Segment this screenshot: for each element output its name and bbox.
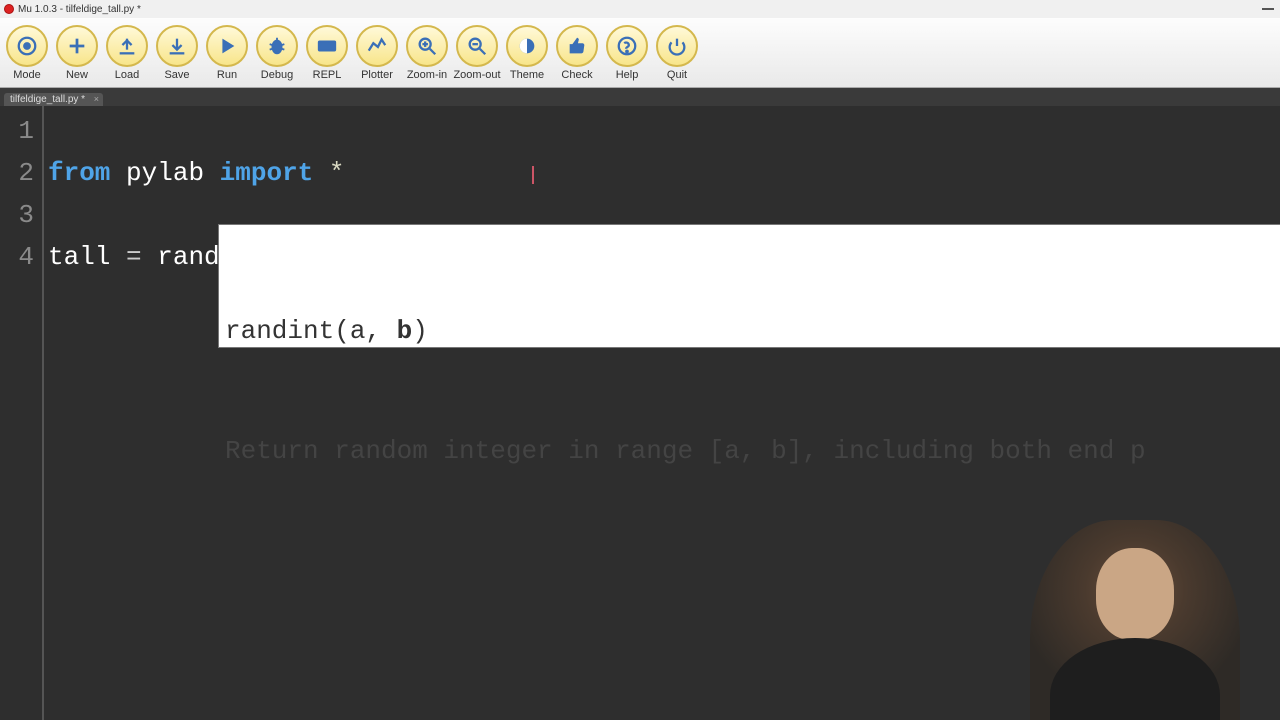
- keyboard-icon: [306, 25, 348, 67]
- zoomin-icon: [406, 25, 448, 67]
- power-icon: [656, 25, 698, 67]
- tool-label: Zoom-out: [453, 69, 500, 81]
- mode-button[interactable]: Mode: [2, 25, 52, 81]
- tool-label: Quit: [667, 69, 687, 81]
- tool-label: Help: [616, 69, 639, 81]
- plotter-button[interactable]: Plotter: [352, 25, 402, 81]
- zoom-in-button[interactable]: Zoom-in: [402, 25, 452, 81]
- mode-icon: [6, 25, 48, 67]
- new-button[interactable]: New: [52, 25, 102, 81]
- theme-icon: [506, 25, 548, 67]
- keyword-from: from: [48, 158, 110, 188]
- title-bar: Mu 1.0.3 - tilfeldige_tall.py *: [0, 0, 1280, 18]
- bug-icon: [256, 25, 298, 67]
- tooltip-desc: Return random integer in range [a, b], i…: [225, 431, 1280, 471]
- plus-icon: [56, 25, 98, 67]
- quit-button[interactable]: Quit: [652, 25, 702, 81]
- toolbar: Mode New Load Save Run Debug REPL Plotte…: [0, 18, 1280, 88]
- keyword-import: import: [220, 158, 314, 188]
- cursor-marker: [532, 166, 534, 184]
- plot-icon: [356, 25, 398, 67]
- play-icon: [206, 25, 248, 67]
- line-number: 3: [0, 194, 34, 236]
- tool-label: New: [66, 69, 88, 81]
- help-icon: [606, 25, 648, 67]
- thumb-icon: [556, 25, 598, 67]
- tooltip-sig-post: ): [412, 316, 428, 346]
- module-name: pylab: [126, 158, 204, 188]
- check-button[interactable]: Check: [552, 25, 602, 81]
- presenter-webcam: [1030, 520, 1240, 720]
- save-button[interactable]: Save: [152, 25, 202, 81]
- tool-label: Plotter: [361, 69, 393, 81]
- assign-op: =: [110, 242, 157, 272]
- zoomout-icon: [456, 25, 498, 67]
- zoom-out-button[interactable]: Zoom-out: [452, 25, 502, 81]
- help-button[interactable]: Help: [602, 25, 652, 81]
- tool-label: Run: [217, 69, 237, 81]
- tool-label: Theme: [510, 69, 544, 81]
- line-number: 1: [0, 110, 34, 152]
- tool-label: Save: [164, 69, 189, 81]
- line-gutter: 1234: [0, 106, 44, 720]
- tooltip-sig-bold: b: [397, 316, 413, 346]
- var-name: tall: [48, 242, 110, 272]
- line-number: 4: [0, 236, 34, 278]
- repl-button[interactable]: REPL: [302, 25, 352, 81]
- line-number: 2: [0, 152, 34, 194]
- app-icon: [4, 4, 14, 14]
- file-tab-label: tilfeldige_tall.py *: [10, 94, 85, 105]
- tool-label: Zoom-in: [407, 69, 447, 81]
- tool-label: Load: [115, 69, 139, 81]
- signature-tooltip: randint(a, b) Return random integer in r…: [218, 224, 1280, 348]
- theme-button[interactable]: Theme: [502, 25, 552, 81]
- tabs-bar: tilfeldige_tall.py * ×: [0, 88, 1280, 106]
- tooltip-sig-pre: randint(a,: [225, 316, 397, 346]
- tool-label: Debug: [261, 69, 293, 81]
- save-icon: [156, 25, 198, 67]
- window-title: Mu 1.0.3 - tilfeldige_tall.py *: [18, 4, 141, 15]
- close-icon[interactable]: ×: [94, 94, 99, 104]
- load-icon: [106, 25, 148, 67]
- tool-label: Mode: [13, 69, 41, 81]
- load-button[interactable]: Load: [102, 25, 152, 81]
- minimize-button[interactable]: [1262, 8, 1274, 10]
- star-glob: *: [329, 158, 345, 188]
- debug-button[interactable]: Debug: [252, 25, 302, 81]
- tool-label: Check: [561, 69, 592, 81]
- tool-label: REPL: [313, 69, 342, 81]
- run-button[interactable]: Run: [202, 25, 252, 81]
- file-tab[interactable]: tilfeldige_tall.py * ×: [4, 93, 103, 106]
